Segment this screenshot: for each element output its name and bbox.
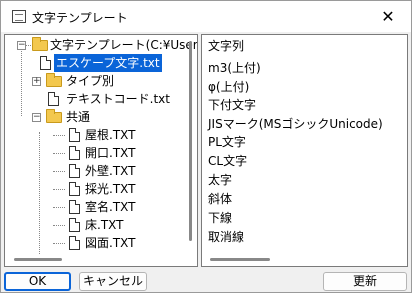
tree-guide-line (53, 207, 65, 208)
app-icon (12, 10, 26, 23)
update-button[interactable]: 更新 (323, 272, 407, 291)
tree-item-label: 外壁.TXT (85, 164, 136, 178)
folder-icon (46, 109, 62, 123)
tree-item-escape-file[interactable]: エスケープ文字.txt (5, 54, 185, 72)
list-horizontal-scrollbar[interactable] (203, 254, 406, 264)
file-icon (69, 164, 80, 178)
tree-item-label: 文字テンプレート(C:¥Users¥ (50, 38, 198, 52)
folder-icon (46, 73, 62, 87)
ok-button[interactable]: OK (4, 272, 71, 291)
tree-item-label: 屋根.TXT (85, 128, 136, 142)
file-icon (69, 146, 80, 160)
tree-horizontal-scrollbar[interactable] (6, 254, 196, 264)
tree-item-common-folder[interactable]: − 共通 (5, 108, 185, 126)
tree-item-label: 採光.TXT (85, 182, 136, 196)
tree-vertical-scrollbar[interactable] (186, 36, 196, 250)
tree-guide-line (53, 225, 65, 226)
scroll-thumb[interactable] (14, 258, 62, 261)
tree-guide-line (53, 135, 65, 136)
tree-guide-line (53, 243, 65, 244)
folder-icon (32, 37, 48, 51)
tree-item-label: テキストコード.txt (66, 92, 170, 106)
collapse-icon[interactable]: − (32, 113, 41, 122)
file-icon (69, 128, 80, 142)
tree-item-label: 開口.TXT (85, 146, 136, 160)
tree-item-file[interactable]: 外壁.TXT (5, 162, 185, 180)
tree-item-label: エスケープ文字.txt (54, 54, 162, 72)
tree-item-file[interactable]: 屋根.TXT (5, 126, 185, 144)
tree-item-file[interactable]: 床.TXT (5, 216, 185, 234)
tree-item-label: 共通 (66, 110, 91, 124)
file-icon (69, 218, 80, 232)
tree-guide-line (53, 153, 65, 154)
file-icon (40, 56, 51, 70)
dialog-window: 文字テンプレート ✕ − 文字テンプレート(C:¥Users¥ エスケープ文字.… (0, 0, 412, 293)
tree-item-file[interactable]: 図面.TXT (5, 234, 185, 252)
list-item[interactable]: PL文字 (208, 133, 246, 151)
list-item[interactable]: 下付文字 (208, 96, 256, 114)
title-bar: 文字テンプレート ✕ (1, 1, 411, 32)
tree-item-label: 床.TXT (85, 218, 124, 232)
tree-item-label: タイプ別 (66, 74, 115, 88)
file-icon (69, 182, 80, 196)
tree-item-label: 室名.TXT (85, 200, 136, 214)
file-icon (48, 92, 59, 106)
tree-item-root[interactable]: − 文字テンプレート(C:¥Users¥ (5, 36, 197, 54)
close-button[interactable]: ✕ (365, 1, 411, 32)
tree-guide-line (53, 189, 65, 190)
tree-item-textcode-file[interactable]: テキストコード.txt (5, 90, 185, 108)
window-title: 文字テンプレート (32, 11, 128, 25)
list-item[interactable]: 取消線 (208, 228, 244, 246)
template-list[interactable]: 文字列 m3(上付) φ(上付) 下付文字 JISマーク(MSゴシックUnico… (201, 34, 408, 267)
template-tree[interactable]: − 文字テンプレート(C:¥Users¥ エスケープ文字.txt + タイプ別 … (4, 34, 198, 267)
list-item[interactable]: 文字列 (208, 37, 244, 55)
expand-icon[interactable]: + (32, 77, 41, 86)
list-item[interactable]: φ(上付) (208, 78, 249, 96)
cancel-button[interactable]: キャンセル (79, 272, 147, 291)
list-item[interactable]: 太字 (208, 171, 232, 189)
scroll-thumb[interactable] (210, 258, 270, 261)
scroll-thumb[interactable] (189, 41, 192, 241)
tree-item-file[interactable]: 室名.TXT (5, 198, 185, 216)
list-item[interactable]: 下線 (208, 209, 232, 227)
tree-guide-line (53, 171, 65, 172)
file-icon (69, 200, 80, 214)
list-item[interactable]: 斜体 (208, 190, 232, 208)
list-item[interactable]: m3(上付) (208, 59, 261, 77)
tree-item-file[interactable]: 開口.TXT (5, 144, 185, 162)
tree-item-file[interactable]: 採光.TXT (5, 180, 185, 198)
list-item[interactable]: CL文字 (208, 152, 247, 170)
list-item[interactable]: JISマーク(MSゴシックUnicode) (208, 115, 383, 133)
collapse-icon[interactable]: − (17, 41, 26, 50)
file-icon (69, 236, 80, 250)
tree-item-type-folder[interactable]: + タイプ別 (5, 72, 185, 90)
tree-item-label: 図面.TXT (85, 236, 136, 250)
